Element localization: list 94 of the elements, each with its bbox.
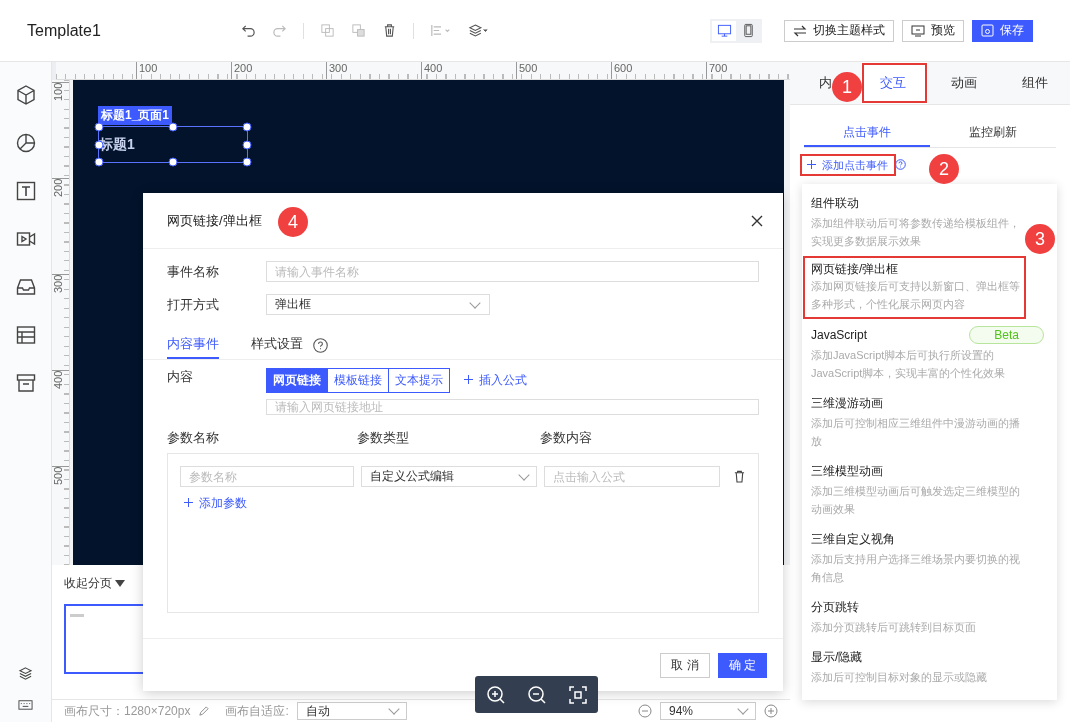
event-type-item[interactable]: 显示/隐藏 添加后可控制目标对象的显示或隐藏 — [803, 642, 1026, 692]
archive-icon[interactable] — [14, 372, 37, 394]
ruler-label: 400 — [52, 370, 69, 466]
canvas-fit-label: 画布自适应: — [225, 702, 289, 720]
add-parameter-link[interactable]: 添加参数 — [184, 495, 248, 512]
dialog-tab[interactable]: 内容事件 — [167, 331, 219, 359]
ruler-label: 500 — [52, 466, 69, 562]
event-type-title: 三维模型动画 — [811, 463, 883, 480]
monitor-icon — [911, 24, 925, 37]
panel-tab[interactable]: 组件 — [999, 62, 1070, 104]
field-label: 事件名称 — [167, 262, 220, 281]
theme-button[interactable]: 切换主题样式 — [784, 19, 894, 42]
column-header: 参数类型 — [357, 429, 410, 447]
panel-tab[interactable]: 动画 — [928, 62, 999, 104]
open-mode-select[interactable]: 弹出框 — [266, 294, 490, 315]
ruler-label: 500 — [516, 62, 611, 79]
param-type-select[interactable]: 自定义公式编辑 — [361, 466, 538, 487]
text-icon[interactable] — [14, 180, 37, 202]
zoom-select[interactable]: 94% — [660, 702, 756, 720]
event-type-description: 添加JavaScript脚本后可执行所设置的JavaScript脚本，实现丰富的个性化效果 — [811, 348, 1007, 381]
ruler-label: 100 — [136, 62, 231, 79]
add-click-event-button[interactable]: 添加点击事件 — [802, 156, 894, 174]
ruler-label: 300 — [326, 62, 421, 79]
event-type-title: 三维漫游动画 — [811, 395, 883, 412]
event-tab[interactable]: 监控刷新 — [930, 119, 1056, 147]
event-type-title: 分页跳转 — [811, 599, 859, 616]
undo-icon[interactable] — [241, 23, 256, 38]
event-type-item[interactable]: JavaScript Beta 添加JavaScript脚本后可执行所设置的JavaScript脚本，实现丰富的个性化效果 — [803, 319, 1054, 388]
save-button[interactable]: 保存 — [972, 19, 1033, 42]
fit-screen-icon[interactable] — [567, 684, 588, 705]
cube-icon[interactable] — [14, 84, 37, 106]
panel-tab[interactable]: 交互 — [861, 62, 928, 104]
plus-icon — [464, 375, 473, 384]
ruler-label: 200 — [231, 62, 326, 79]
event-type-description: 添加网页链接后可支持以新窗口、弹出框等多种形式，个性化展示网页内容 — [811, 279, 1021, 312]
desktop-icon[interactable] — [712, 20, 736, 41]
ruler-label: 100 — [52, 82, 69, 178]
event-tab[interactable]: 点击事件 — [804, 119, 930, 147]
layers-icon[interactable] — [468, 23, 490, 38]
content-type-option[interactable]: 网页链接 — [267, 369, 327, 392]
app-title: Template1 — [27, 21, 102, 40]
event-type-description: 添加后可控制目标对象的显示或隐藏 — [811, 670, 988, 685]
caret-icon — [115, 580, 126, 587]
component-tag: 标题1_页面1 — [98, 106, 173, 125]
help-icon[interactable] — [313, 337, 328, 353]
swap-arrows-icon — [793, 24, 807, 37]
event-type-title: JavaScript — [811, 328, 868, 342]
preview-button[interactable]: 预览 — [902, 19, 964, 42]
help-icon — [895, 159, 907, 170]
keyboard-icon[interactable] — [18, 697, 33, 712]
resize-handle[interactable] — [168, 122, 178, 132]
ruler-label: 400 — [421, 62, 516, 79]
dialog-tab[interactable]: 样式设置 — [251, 331, 303, 359]
ruler-label: 300 — [52, 274, 69, 370]
resize-handle[interactable] — [168, 157, 178, 167]
fit-select[interactable]: 自动 — [296, 702, 407, 720]
event-type-description: 添加分页跳转后可跳转到目标页面 — [811, 620, 977, 635]
column-header: 参数名称 — [167, 429, 220, 447]
insert-formula-link[interactable]: 插入公式 — [464, 372, 528, 389]
dialog-title: 网页链接/弹出框 — [167, 211, 262, 230]
confirm-button[interactable]: 确 定 — [717, 652, 767, 678]
param-name-input[interactable]: 参数名称 — [180, 466, 355, 487]
delete-icon[interactable] — [733, 470, 746, 483]
event-type-item[interactable]: 分页跳转 添加分页跳转后可跳转到目标页面 — [803, 592, 1026, 642]
event-type-title: 三维自定义视角 — [811, 531, 895, 548]
zoom-in-icon[interactable] — [485, 684, 506, 705]
collapse-pages-toggle[interactable]: 收起分页 — [64, 575, 144, 592]
event-type-item[interactable]: 组件联动 添加组件联动后可将参数传递给模板组件，实现更多数据展示效果 — [803, 188, 1026, 256]
field-label: 打开方式 — [167, 295, 220, 314]
save-icon — [981, 24, 994, 37]
event-type-title: 组件联动 — [811, 195, 859, 212]
inbox-icon[interactable] — [14, 276, 37, 298]
layers-icon[interactable] — [18, 666, 33, 681]
event-type-description: 添加组件联动后可将参数传递给模板组件，实现更多数据展示效果 — [811, 216, 1021, 249]
close-icon[interactable] — [751, 214, 763, 227]
plus-icon — [807, 160, 816, 169]
event-type-title: 网页链接/弹出框 — [811, 263, 899, 275]
table-icon[interactable] — [14, 324, 37, 346]
event-name-input[interactable]: 请输入事件名称 — [266, 261, 759, 282]
pie-chart-icon[interactable] — [14, 132, 37, 154]
param-content-input[interactable]: 点击输入公式 — [544, 466, 721, 487]
beta-badge: Beta — [969, 326, 1044, 344]
cancel-button[interactable]: 取 消 — [660, 652, 710, 678]
zoom-out-icon[interactable] — [526, 684, 547, 705]
ruler-label: 600 — [611, 62, 706, 79]
ruler-label: 200 — [52, 178, 69, 274]
column-header: 参数内容 — [540, 429, 593, 447]
url-input[interactable]: 请输入网页链接地址 — [266, 399, 759, 415]
field-label: 内容 — [167, 368, 194, 386]
delete-icon[interactable] — [382, 23, 397, 38]
event-type-item[interactable]: 网页链接/弹出框 添加网页链接后可支持以新窗口、弹出框等多种形式，个性化展示网页内容 — [803, 256, 1026, 319]
canvas-size-label: 画布尺寸：1280×720px — [64, 702, 191, 720]
plus-icon — [184, 498, 193, 507]
event-type-title: 显示/隐藏 — [811, 649, 863, 666]
